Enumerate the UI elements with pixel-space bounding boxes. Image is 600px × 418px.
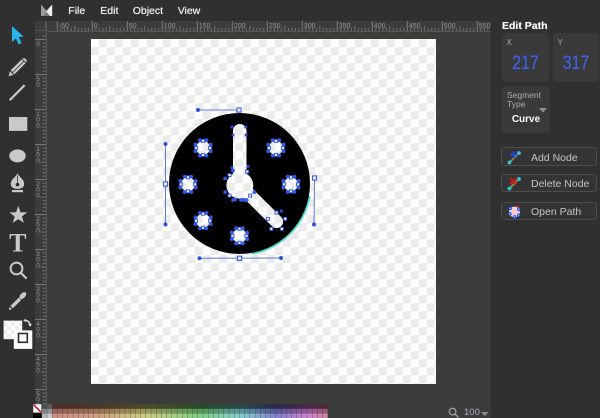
svg-text:0: 0 [36, 367, 40, 374]
svg-text:0: 0 [36, 157, 40, 164]
svg-text:0: 0 [36, 262, 40, 269]
svg-text:0: 0 [36, 122, 40, 129]
svg-text:0: 0 [36, 332, 40, 339]
svg-text:T: T [9, 229, 26, 258]
svg-text:0: 0 [36, 192, 40, 199]
svg-text:0: 0 [36, 82, 40, 89]
svg-text:0: 0 [36, 227, 40, 234]
svg-text:50: 50 [129, 23, 137, 30]
svg-text:0: 0 [36, 297, 40, 304]
svg-text:0: 0 [36, 41, 40, 48]
